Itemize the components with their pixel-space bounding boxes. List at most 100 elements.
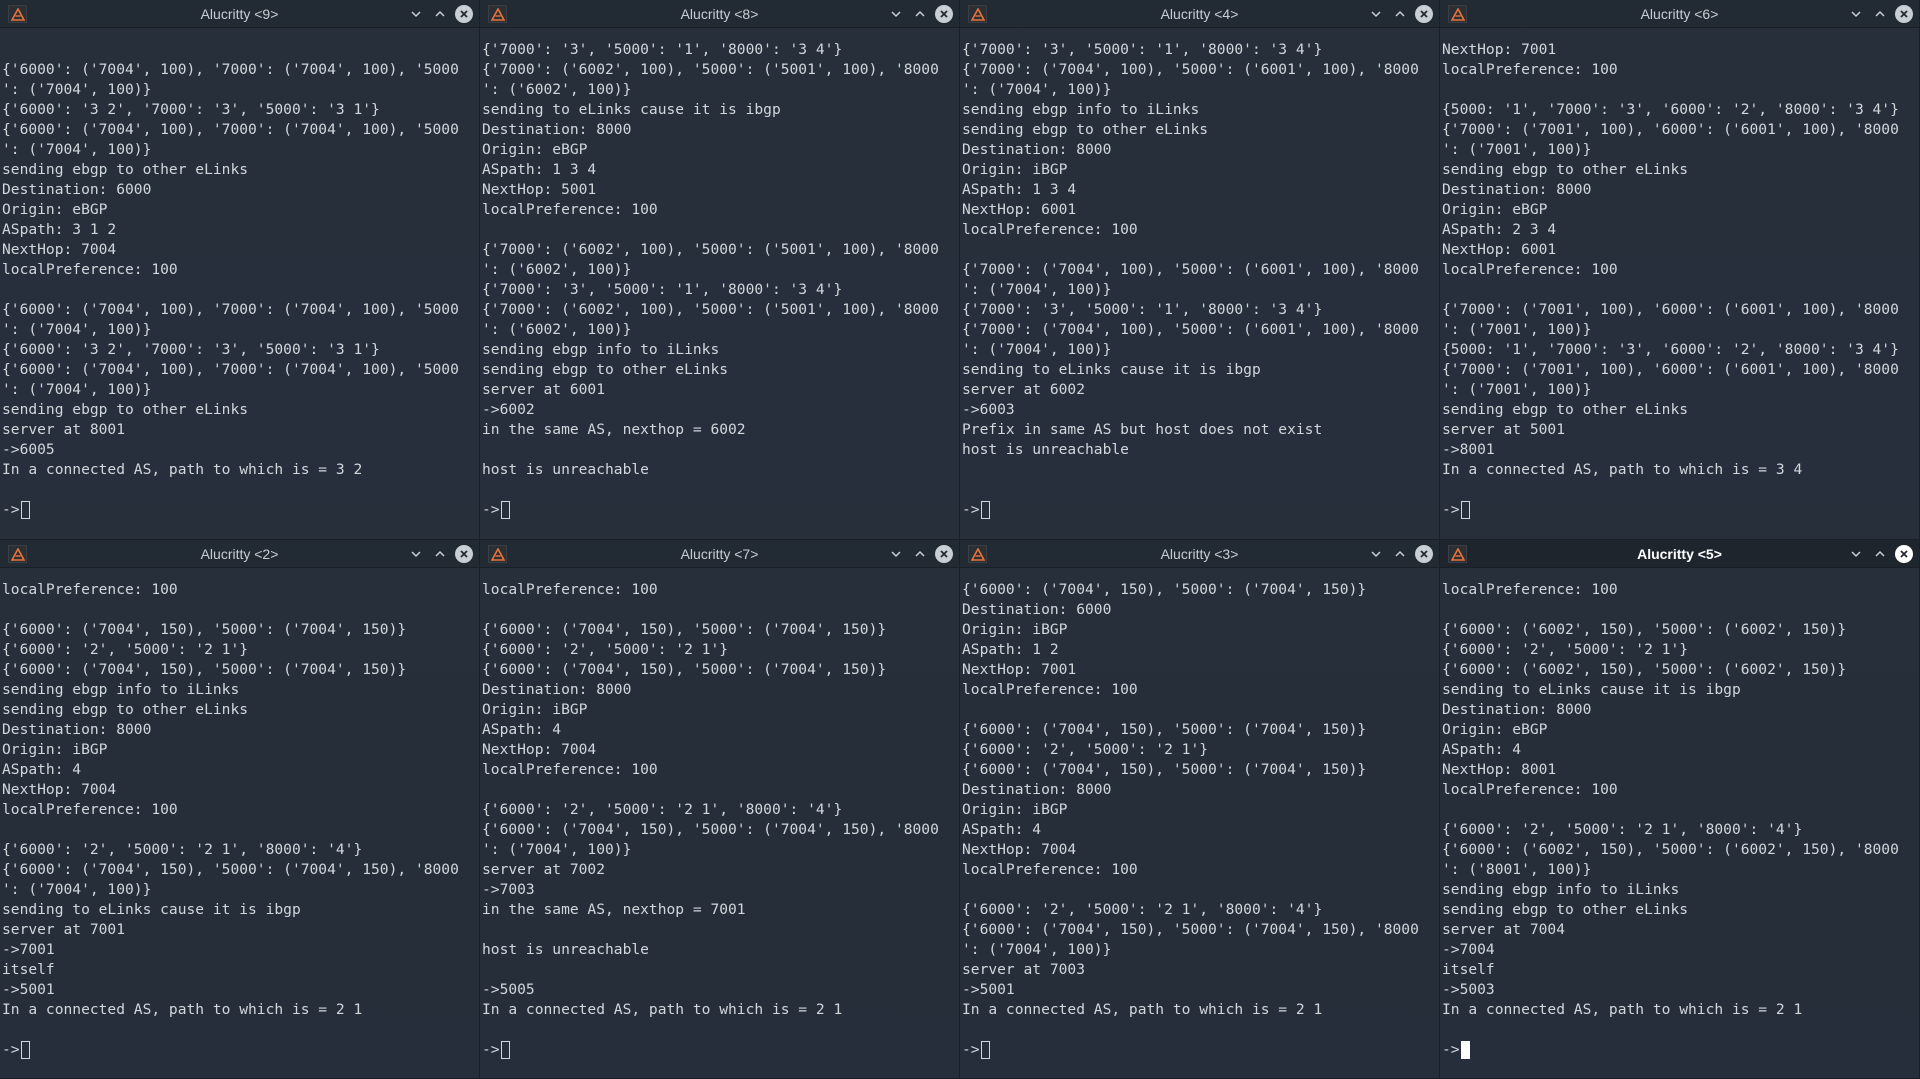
minimize-button[interactable]	[407, 5, 425, 23]
maximize-button[interactable]	[1391, 5, 1409, 23]
terminal-line: {'6000': ('7004', 100), '7000': ('7004',…	[2, 121, 459, 138]
minimize-button[interactable]	[1847, 5, 1865, 23]
window-titlebar[interactable]: Alucritty <2>	[0, 540, 479, 568]
minimize-button[interactable]	[887, 545, 905, 563]
terminal-line: ->5003	[1442, 981, 1495, 998]
maximize-button[interactable]	[911, 545, 929, 563]
close-icon	[1899, 9, 1909, 19]
terminal-output[interactable]: {'6000': ('7004', 150), '5000': ('7004',…	[962, 580, 1439, 1020]
window-titlebar[interactable]: Alucritty <9>	[0, 0, 479, 28]
terminal-output[interactable]: {'6000': ('7004', 100), '7000': ('7004',…	[2, 40, 479, 480]
terminal-output[interactable]: localPreference: 100 {'6000': ('7004', 15…	[2, 580, 479, 1020]
terminal-line: NextHop: 7001	[1442, 41, 1557, 58]
close-button[interactable]	[1415, 545, 1433, 563]
text-cursor	[20, 501, 30, 519]
close-icon	[939, 549, 949, 559]
minimize-button[interactable]	[407, 545, 425, 563]
terminal-window[interactable]: Alucritty <6> NextHop: 7001 localPreferenc…	[1440, 0, 1920, 540]
terminal-line: localPreference: 100	[962, 221, 1138, 238]
terminal-line: In a connected AS, path to which is = 2 …	[2, 1001, 363, 1018]
close-button[interactable]	[455, 545, 473, 563]
minimize-button[interactable]	[1847, 545, 1865, 563]
window-titlebar[interactable]: Alucritty <4>	[960, 0, 1439, 28]
terminal-line: ASpath: 4	[2, 761, 82, 778]
terminal-window[interactable]: Alucritty <7> localPreference: 100 {'6000'…	[480, 540, 960, 1079]
maximize-button[interactable]	[1871, 5, 1889, 23]
terminal-line: Origin: eBGP	[482, 141, 588, 158]
command-prompt[interactable]: ->	[1442, 1040, 1470, 1060]
terminal-output[interactable]: {'7000': '3', '5000': '1', '8000': '3 4'…	[962, 40, 1439, 480]
window-titlebar[interactable]: Alucritty <8>	[480, 0, 959, 28]
terminal-window[interactable]: Alucritty <4> {'7000': '3', '5000': '1', …	[960, 0, 1440, 540]
close-button[interactable]	[1895, 545, 1913, 563]
text-cursor	[500, 501, 510, 519]
close-icon	[1419, 549, 1429, 559]
terminal-window[interactable]: Alucritty <3> {'6000': ('7004', 150), '50…	[960, 540, 1440, 1079]
minimize-button[interactable]	[1367, 545, 1385, 563]
command-prompt[interactable]: ->	[482, 500, 510, 520]
minimize-button[interactable]	[1367, 5, 1385, 23]
maximize-button[interactable]	[911, 5, 929, 23]
prompt-symbol: ->	[1442, 501, 1460, 518]
terminal-window[interactable]: Alucritty <9> {'6000': ('7004', 100), '70…	[0, 0, 480, 540]
terminal-line: ': ('7004', 100)}	[2, 381, 152, 398]
command-prompt[interactable]: ->	[2, 1040, 30, 1060]
window-titlebar[interactable]: Alucritty <5>	[1440, 540, 1919, 568]
command-prompt[interactable]: ->	[962, 1040, 990, 1060]
terminal-output[interactable]: NextHop: 7001 localPreference: 100 {5000: …	[1442, 40, 1919, 480]
terminal-line: ->5005	[482, 981, 535, 998]
terminal-line: ASpath: 3 1 2	[2, 221, 117, 238]
window-titlebar[interactable]: Alucritty <3>	[960, 540, 1439, 568]
terminal-line: sending ebgp to other eLinks	[2, 701, 249, 718]
terminal-line: localPreference: 100	[2, 261, 178, 278]
close-button[interactable]	[455, 5, 473, 23]
terminal-line: Destination: 8000	[962, 781, 1112, 798]
command-prompt[interactable]: ->	[482, 1040, 510, 1060]
command-prompt[interactable]: ->	[962, 500, 990, 520]
terminal-line: {'6000': '2', '5000': '2 1'}	[2, 641, 249, 658]
terminal-line: Destination: 6000	[962, 601, 1112, 618]
terminal-line: ASpath: 1 3 4	[962, 181, 1077, 198]
window-titlebar[interactable]: Alucritty <6>	[1440, 0, 1919, 28]
window-titlebar[interactable]: Alucritty <7>	[480, 540, 959, 568]
terminal-output[interactable]: localPreference: 100 {'6000': ('6002', 15…	[1442, 580, 1919, 1020]
terminal-line: {'7000': ('7001', 100), '6000': ('6001',…	[1442, 121, 1899, 138]
close-button[interactable]	[1895, 5, 1913, 23]
chevron-up-icon	[1874, 548, 1886, 560]
close-button[interactable]	[935, 5, 953, 23]
command-prompt[interactable]: ->	[2, 500, 30, 520]
maximize-button[interactable]	[1391, 545, 1409, 563]
terminal-output[interactable]: localPreference: 100 {'6000': ('7004', 15…	[482, 580, 959, 1020]
maximize-button[interactable]	[431, 5, 449, 23]
command-prompt[interactable]: ->	[1442, 500, 1470, 520]
terminal-window[interactable]: Alucritty <8> {'7000': '3', '5000': '1', …	[480, 0, 960, 540]
terminal-line: ASpath: 4	[962, 821, 1042, 838]
terminal-line: sending ebgp info to iLinks	[962, 101, 1200, 118]
terminal-line: ->7001	[2, 941, 55, 958]
terminal-window[interactable]: Alucritty <2> localPreference: 100 {'6000'…	[0, 540, 480, 1079]
prompt-symbol: ->	[962, 1041, 980, 1058]
terminal-output[interactable]: {'7000': '3', '5000': '1', '8000': '3 4'…	[482, 40, 959, 480]
terminal-line: in the same AS, nexthop = 7001	[482, 901, 746, 918]
terminal-line: {'6000': '2', '5000': '2 1'}	[482, 641, 729, 658]
terminal-line: sending to eLinks cause it is ibgp	[2, 901, 301, 918]
chevron-up-icon	[1874, 8, 1886, 20]
close-button[interactable]	[1415, 5, 1433, 23]
terminal-line: {'6000': '2', '5000': '2 1', '8000': '4'…	[1442, 821, 1803, 838]
terminal-line: {'6000': ('6002', 150), '5000': ('6002',…	[1442, 621, 1847, 638]
maximize-button[interactable]	[1871, 545, 1889, 563]
terminal-line: In a connected AS, path to which is = 2 …	[482, 1001, 843, 1018]
terminal-window[interactable]: Alucritty <5> localPreference: 100 {'6000'…	[1440, 540, 1920, 1079]
terminal-line: ASpath: 1 2	[962, 641, 1059, 658]
terminal-line: {'6000': '2', '5000': '2 1', '8000': '4'…	[2, 841, 363, 858]
terminal-line: ': ('7004', 100)}	[962, 281, 1112, 298]
terminal-line: In a connected AS, path to which is = 3 …	[1442, 461, 1803, 478]
minimize-button[interactable]	[887, 5, 905, 23]
terminal-line: {'7000': ('7001', 100), '6000': ('6001',…	[1442, 301, 1899, 318]
maximize-button[interactable]	[431, 545, 449, 563]
close-button[interactable]	[935, 545, 953, 563]
